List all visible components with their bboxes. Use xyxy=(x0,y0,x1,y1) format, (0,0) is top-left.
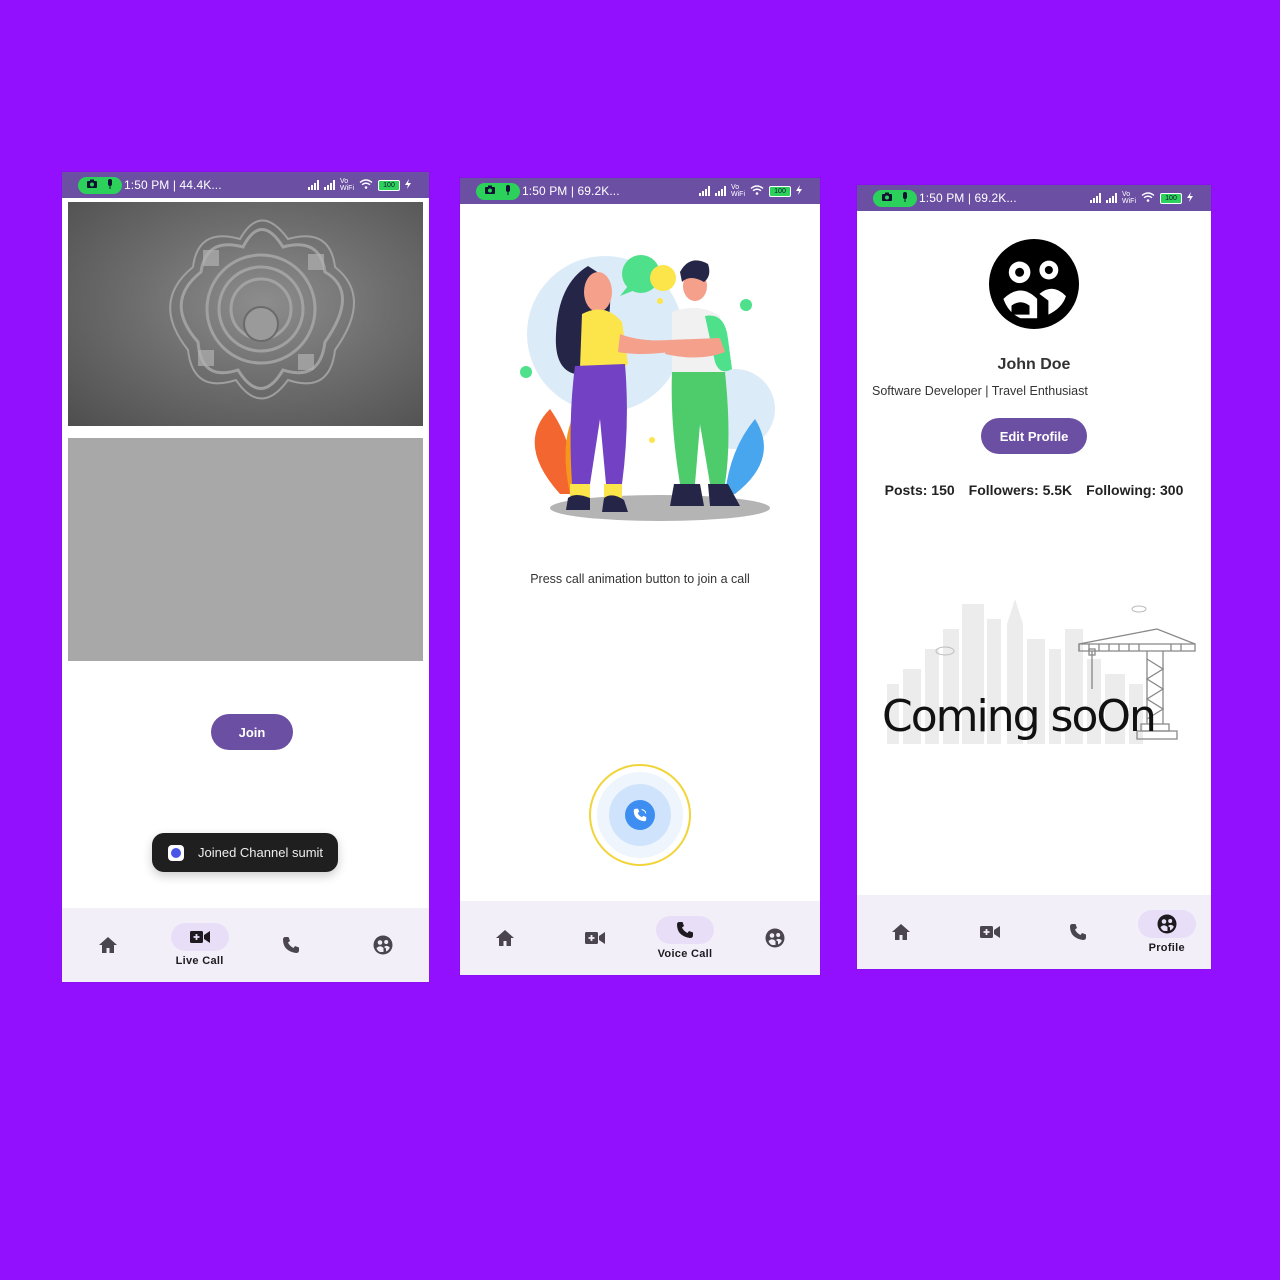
stat-posts: Posts: 150 xyxy=(884,482,955,498)
status-time: 1:50 PM | 44.4K... xyxy=(124,178,222,192)
stat-followers: Followers: 5.5K xyxy=(968,482,1073,498)
profile-stats: Posts: 150 Followers: 5.5K Following: 30… xyxy=(857,482,1211,498)
vowifi-label: Vo WiFi xyxy=(340,178,354,192)
mic-icon xyxy=(901,191,909,205)
call-pulse-ring xyxy=(597,772,683,858)
nav-profile[interactable] xyxy=(730,901,820,975)
nav-profile-label: Profile xyxy=(1148,942,1185,954)
charging-icon xyxy=(1187,192,1193,204)
call-button-core xyxy=(625,800,655,830)
phone-icon xyxy=(677,922,693,938)
phone-ringing-icon xyxy=(633,808,647,822)
signal-icon xyxy=(308,180,319,190)
profile-bio: Software Developer | Travel Enthusiast xyxy=(872,384,1088,398)
charging-icon xyxy=(796,185,802,197)
coming-soon-text: Coming soOn xyxy=(882,691,1157,742)
mic-icon xyxy=(106,178,114,192)
signal-icon-2 xyxy=(715,186,726,196)
nav-live-call[interactable]: Live Call xyxy=(154,908,246,982)
battery-icon: 100 xyxy=(1160,192,1182,204)
camera-icon xyxy=(484,185,495,197)
edit-profile-button[interactable]: Edit Profile xyxy=(981,418,1087,454)
phone-icon xyxy=(283,937,300,953)
nav-voice-call[interactable] xyxy=(246,908,338,982)
profile-screen: 1:50 PM | 69.2K... Vo WiFi 100 John Doe … xyxy=(857,185,1211,969)
nav-voice-call[interactable]: Voice Call xyxy=(640,901,730,975)
profile-icon xyxy=(765,928,785,948)
signal-icon xyxy=(1090,193,1101,203)
recording-indicator xyxy=(476,182,520,200)
battery-icon: 100 xyxy=(769,185,791,197)
ceiling-video-frame xyxy=(169,219,355,400)
phone-icon xyxy=(1070,924,1087,940)
nav-voice-call-label: Voice Call xyxy=(657,948,713,960)
status-icons: Vo WiFi 100 xyxy=(308,178,411,192)
status-time: 1:50 PM | 69.2K... xyxy=(522,184,620,198)
join-button[interactable]: Join xyxy=(211,714,293,750)
bottom-nav: Live Call xyxy=(62,908,429,982)
status-time: 1:50 PM | 69.2K... xyxy=(919,191,1017,205)
status-bar: 1:50 PM | 44.4K... Vo WiFi 100 xyxy=(62,172,429,198)
profile-name: John Doe xyxy=(997,356,1071,373)
app-icon xyxy=(168,844,184,861)
nav-live-call[interactable] xyxy=(946,895,1035,969)
vowifi-label: Vo WiFi xyxy=(1122,191,1136,205)
video-call-icon xyxy=(585,932,605,944)
nav-profile[interactable]: Profile xyxy=(1123,895,1212,969)
signal-icon xyxy=(699,186,710,196)
status-bar: 1:50 PM | 69.2K... Vo WiFi 100 xyxy=(857,185,1211,211)
voice-call-screen: 1:50 PM | 69.2K... Vo WiFi 100 Press cal… xyxy=(460,178,820,975)
signal-icon-2 xyxy=(1106,193,1117,203)
charging-icon xyxy=(405,179,411,191)
local-video-view xyxy=(68,202,423,426)
stat-following: Following: 300 xyxy=(1086,482,1184,498)
avatar xyxy=(989,239,1079,329)
nav-voice-call[interactable] xyxy=(1034,895,1123,969)
camera-icon xyxy=(86,179,97,191)
home-icon xyxy=(496,930,514,946)
nav-home[interactable] xyxy=(460,901,550,975)
wifi-icon xyxy=(1141,192,1155,204)
wifi-icon xyxy=(750,185,764,197)
nav-live-call[interactable] xyxy=(550,901,640,975)
toast-text: Joined Channel sumit xyxy=(198,845,324,860)
mic-icon xyxy=(504,184,512,198)
status-icons: Vo WiFi 100 xyxy=(1090,191,1193,205)
home-icon xyxy=(892,924,911,940)
nav-live-call-label: Live Call xyxy=(175,955,224,967)
bottom-nav: Voice Call xyxy=(460,901,820,975)
live-call-screen: 1:50 PM | 44.4K... Vo WiFi 100 Join Join… xyxy=(62,172,429,982)
camera-icon xyxy=(881,192,892,204)
wifi-icon xyxy=(359,179,373,191)
nav-home[interactable] xyxy=(62,908,154,982)
video-call-icon xyxy=(189,931,210,943)
vowifi-label: Vo WiFi xyxy=(731,184,745,198)
nav-profile[interactable] xyxy=(337,908,429,982)
nav-home[interactable] xyxy=(857,895,946,969)
home-icon xyxy=(98,937,117,953)
joined-toast: Joined Channel sumit xyxy=(152,833,338,872)
handshake-illustration xyxy=(520,255,775,521)
voice-call-instruction: Press call animation button to join a ca… xyxy=(530,572,750,586)
recording-indicator xyxy=(873,189,917,207)
battery-icon: 100 xyxy=(378,179,400,191)
remote-video-view xyxy=(68,438,423,661)
call-animation-button[interactable] xyxy=(589,764,691,866)
status-bar: 1:50 PM | 69.2K... Vo WiFi 100 xyxy=(460,178,820,204)
recording-indicator xyxy=(78,176,122,194)
call-pulse-inner xyxy=(609,784,671,846)
bottom-nav: Profile xyxy=(857,895,1211,969)
profile-icon xyxy=(373,935,393,955)
profile-icon xyxy=(1157,914,1177,934)
signal-icon-2 xyxy=(324,180,335,190)
status-icons: Vo WiFi 100 xyxy=(699,184,802,198)
video-call-icon xyxy=(979,926,1000,938)
